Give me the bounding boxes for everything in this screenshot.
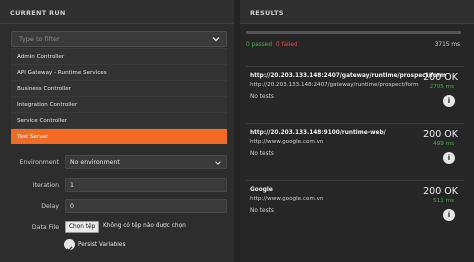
tests-note: No tests (250, 208, 274, 214)
current-run-title: CURRENT RUN (0, 0, 234, 24)
environment-label: Environment (19, 159, 59, 166)
chevron-down-icon (212, 37, 220, 42)
environment-value: No environment (70, 159, 120, 166)
list-item-test-server[interactable]: Test Server (11, 128, 227, 144)
delay-label: Delay (41, 203, 59, 210)
collection-list: Admin Controller API Gateway - Runtime S… (11, 48, 227, 144)
persist-variables-label: Persist Variables (78, 242, 126, 248)
tests-note: No tests (250, 151, 274, 157)
info-icon[interactable]: i (443, 95, 455, 107)
request-url: Google (250, 187, 273, 193)
tests-note: No tests (250, 94, 274, 100)
environment-select[interactable]: No environment (65, 155, 227, 169)
delay-input[interactable]: 0 (65, 199, 227, 213)
results-progress-bar (246, 31, 461, 34)
info-icon[interactable]: i (443, 209, 455, 221)
filter-dropdown[interactable]: Type to filter (11, 31, 227, 47)
total-time: 3715 ms (434, 42, 460, 48)
result-row[interactable]: http://20.203.133.148:2407/gateway/runti… (246, 66, 464, 114)
response-time: 511 ms (433, 198, 454, 204)
list-item-service-controller[interactable]: Service Controller (11, 112, 227, 128)
filter-placeholder: Type to filter (19, 35, 60, 43)
request-sub-url: http://www.google.com.vn (250, 196, 324, 202)
list-item-admin-controller[interactable]: Admin Controller (11, 48, 227, 64)
results-title: RESULTS (240, 0, 474, 24)
request-sub-url: http://20.203.133.148:2407/gateway/runti… (250, 82, 419, 88)
request-sub-url: http://www.google.com.vn (250, 139, 324, 145)
chevron-down-icon (215, 161, 221, 165)
iteration-input[interactable]: 1 (65, 178, 227, 192)
failed-count: 0 failed (276, 42, 298, 48)
list-item-integration-controller[interactable]: Integration Controller (11, 96, 227, 112)
request-url: http://20.203.133.148:9100/runtime-web/ (250, 130, 386, 136)
response-status: 200 OK (423, 72, 458, 83)
response-status: 200 OK (423, 186, 458, 197)
response-time: 2705 ms (429, 84, 454, 90)
request-url: http://20.203.133.148:2407/gateway/runti… (250, 73, 446, 79)
iteration-label: Iteration (32, 182, 59, 189)
response-status: 200 OK (423, 129, 458, 140)
list-item-api-gateway[interactable]: API Gateway - Runtime Services (11, 64, 227, 80)
result-row[interactable]: http://20.203.133.148:9100/runtime-web/ … (246, 123, 464, 171)
checkmark-icon (66, 246, 73, 252)
info-icon[interactable]: i (443, 152, 455, 164)
current-run-panel: CURRENT RUN Type to filter Admin Control… (0, 0, 234, 262)
choose-file-button[interactable]: Chọn tệp (65, 221, 100, 233)
no-file-chosen-text: Không có tệp nào được chọn (103, 223, 186, 229)
persist-variables-checkbox[interactable] (64, 239, 75, 252)
passed-count: 0 passed (246, 42, 273, 48)
response-time: 499 ms (433, 141, 454, 147)
list-item-business-controller[interactable]: Business Controller (11, 80, 227, 96)
result-row[interactable]: Google http://www.google.com.vn No tests… (246, 180, 464, 228)
data-file-label: Data File (31, 224, 59, 231)
